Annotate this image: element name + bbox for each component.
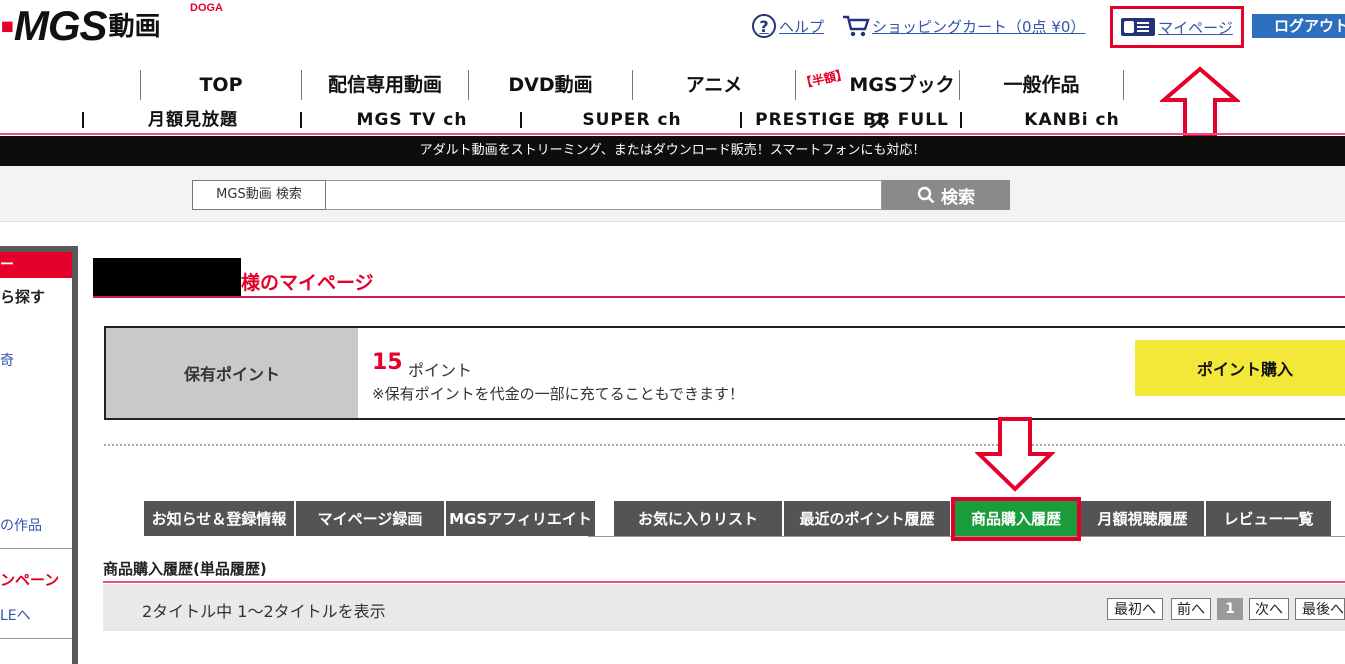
page-title: 様のマイページ — [241, 272, 374, 294]
tab-monthly-history[interactable]: 月額視聴履歴 — [1081, 501, 1204, 536]
tab-highlight-annotation — [951, 497, 1081, 541]
pager-prev[interactable]: 前へ — [1171, 598, 1211, 620]
pager-first[interactable]: 最初へ — [1107, 598, 1163, 620]
nav-top[interactable]: TOP — [141, 68, 301, 102]
left-sidebar — [0, 246, 78, 664]
site-logo[interactable]: ▪MGS 動画 — [0, 2, 161, 49]
promo-banner: アダルト動画をストリーミング、またはダウンロード販売！スマートフォンにも対応！ — [0, 136, 1345, 166]
sidebar-divider — [0, 638, 72, 639]
points-value: 15 — [372, 350, 403, 375]
search-button[interactable]: 検索 — [882, 180, 1010, 210]
buy-points-button[interactable]: ポイント購入 — [1135, 340, 1345, 396]
cart-icon — [843, 15, 870, 37]
tab-favorites[interactable]: お気に入りリスト — [614, 501, 782, 536]
title-underline — [93, 296, 1345, 298]
tab-news-registration[interactable]: お知らせ＆登録情報 — [144, 501, 294, 536]
logo-wordmark: ▪MGS — [0, 2, 108, 49]
dotted-separator — [104, 444, 1345, 446]
pager-next[interactable]: 次へ — [1249, 598, 1289, 620]
sidebar-divider — [0, 548, 72, 549]
result-count: 2タイトル中 1～2タイトルを表示 — [142, 602, 386, 621]
search-icon — [917, 186, 935, 204]
id-card-icon — [1121, 18, 1156, 36]
subnav-super[interactable]: SUPER ch — [524, 108, 740, 132]
subnav-monthly[interactable]: 月額見放題 — [86, 108, 300, 132]
down-arrow-annotation-icon — [975, 417, 1055, 492]
search-scope-label: MGS動画 検索 — [192, 180, 326, 210]
subnav-prestige[interactable]: PRESTIGE BB FULL — [744, 108, 960, 132]
sidebar-header: ー — [0, 252, 72, 278]
nav-general[interactable]: 一般作品 — [960, 68, 1123, 102]
nav-streaming[interactable]: 配信専用動画 — [302, 68, 468, 102]
nav-dvd[interactable]: DVD動画 — [469, 68, 632, 102]
logout-button[interactable]: ログアウト — [1252, 14, 1345, 38]
tab-point-history[interactable]: 最近のポイント履歴 — [784, 501, 950, 536]
nav-anime[interactable]: アニメ — [633, 68, 795, 102]
nav-divider — [0, 133, 1345, 135]
sidebar-link-sale[interactable]: LEへ — [0, 605, 31, 625]
nav-books[interactable]: 【半額】MGSブックス — [796, 67, 959, 132]
tab-affiliate[interactable]: MGSアフィリエイト — [446, 501, 595, 536]
half-price-badge: 【半額】 — [799, 67, 850, 91]
sidebar-campaign[interactable]: ンペーン — [0, 569, 59, 590]
cart-link[interactable]: ショッピングカート（0点 ¥0） — [842, 14, 1085, 38]
logo-doga-text: DOGA — [190, 2, 223, 14]
search-input[interactable] — [326, 180, 882, 210]
mypage-label: マイページ — [1158, 18, 1233, 37]
history-title: 商品購入履歴(単品履歴) — [103, 560, 267, 578]
subnav-mgstv[interactable]: MGS TV ch — [304, 108, 520, 132]
search-button-label: 検索 — [941, 187, 975, 208]
tab-mypage-recording[interactable]: マイページ録画 — [296, 501, 444, 536]
logo-kanji: 動画 — [108, 12, 161, 42]
sidebar-search-link[interactable]: ら探す — [0, 286, 45, 307]
sidebar-link-1[interactable]: 奇 — [0, 350, 14, 370]
tab-reviews[interactable]: レビュー一覧 — [1206, 501, 1331, 536]
history-underline — [103, 581, 1345, 583]
cart-label: ショッピングカート（0点 ¥0） — [872, 17, 1086, 36]
sub-nav: 月額見放題 MGS TV ch SUPER ch PRESTIGE BB FUL… — [0, 108, 1345, 132]
mypage-link[interactable]: マイページ — [1110, 6, 1244, 48]
subnav-kanbi[interactable]: KANBi ch — [964, 108, 1180, 132]
help-label: ヘルプ — [779, 17, 825, 36]
pager-last[interactable]: 最後へ — [1295, 598, 1345, 620]
points-label: 保有ポイント — [106, 328, 358, 418]
main-nav: TOP 配信専用動画 DVD動画 アニメ 【半額】MGSブックス 一般作品 — [0, 67, 1345, 132]
help-icon: ? — [752, 14, 776, 38]
points-unit: ポイント — [408, 361, 473, 380]
redacted-username — [93, 258, 241, 296]
sidebar-link-works[interactable]: の作品 — [0, 515, 42, 535]
points-note: ※保有ポイントを代金の一部に充てることもできます！ — [372, 385, 744, 403]
help-link[interactable]: ? ヘルプ — [752, 14, 824, 38]
pager-current: 1 — [1217, 598, 1243, 620]
